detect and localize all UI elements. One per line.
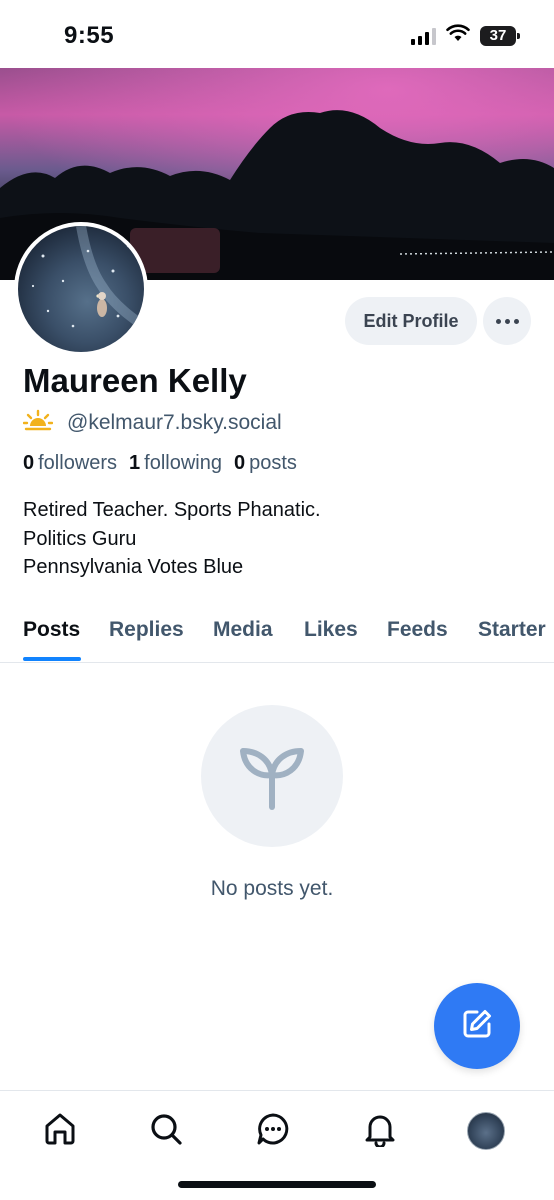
search-icon <box>148 1111 184 1152</box>
profile-avatar[interactable] <box>14 222 148 356</box>
nav-search[interactable] <box>146 1111 186 1151</box>
battery-icon: 37 <box>480 25 520 46</box>
more-options-button[interactable] <box>483 297 531 345</box>
profile-tabs: Posts Replies Media Likes Feeds Starter <box>0 600 554 663</box>
home-indicator <box>178 1181 376 1188</box>
sunrise-icon <box>22 409 54 436</box>
tab-media[interactable]: Media <box>213 618 273 642</box>
handle-row: @kelmaur7.bsky.social <box>22 409 282 436</box>
bell-icon <box>362 1111 398 1152</box>
bio-line: Retired Teacher. Sports Phanatic. <box>23 499 321 521</box>
tab-replies[interactable]: Replies <box>109 618 184 642</box>
nav-chat[interactable] <box>253 1111 293 1151</box>
posts-count: 0 <box>234 452 246 474</box>
status-time: 9:55 <box>64 22 115 49</box>
followers-label: followers <box>38 452 118 474</box>
empty-state-text: No posts yet. <box>210 877 334 900</box>
status-bar: 9:55 37 <box>0 0 554 68</box>
active-tab-indicator <box>23 657 81 661</box>
display-name: Maureen Kelly <box>23 362 247 399</box>
handle: @kelmaur7.bsky.social <box>67 410 282 434</box>
nav-notifications[interactable] <box>360 1111 400 1151</box>
tab-likes[interactable]: Likes <box>304 618 358 642</box>
tab-posts[interactable]: Posts <box>23 618 80 642</box>
bio-line: Politics Guru <box>23 527 137 550</box>
tab-feeds[interactable]: Feeds <box>387 618 448 642</box>
nav-home[interactable] <box>40 1111 80 1151</box>
tab-starter-packs[interactable]: Starter <box>478 618 546 642</box>
profile-stats: 0 followers 1 following 0 posts <box>23 452 297 475</box>
posts-label: posts <box>249 452 297 474</box>
following-count: 1 <box>129 452 141 474</box>
nav-profile[interactable] <box>466 1111 506 1151</box>
signal-icon <box>411 27 436 45</box>
home-icon <box>42 1111 78 1152</box>
ellipsis-icon <box>495 318 519 324</box>
wifi-icon <box>446 24 470 47</box>
followers-link[interactable]: 0 followers <box>23 452 117 475</box>
status-icons: 37 <box>411 24 520 47</box>
following-label: following <box>144 452 222 474</box>
profile-avatar <box>467 1112 505 1150</box>
posts-stat: 0 posts <box>234 452 297 475</box>
edit-profile-button[interactable]: Edit Profile <box>345 297 477 345</box>
profile-bio: Retired Teacher. Sports Phanatic. Politi… <box>23 496 321 582</box>
followers-count: 0 <box>23 452 35 474</box>
bio-line: Pennsylvania Votes Blue <box>23 556 244 578</box>
chat-icon <box>255 1111 291 1152</box>
compose-icon <box>460 1007 494 1046</box>
empty-state-illustration <box>201 705 343 847</box>
compose-button[interactable] <box>434 983 520 1069</box>
following-link[interactable]: 1 following <box>129 452 222 475</box>
sprout-icon <box>235 737 309 816</box>
